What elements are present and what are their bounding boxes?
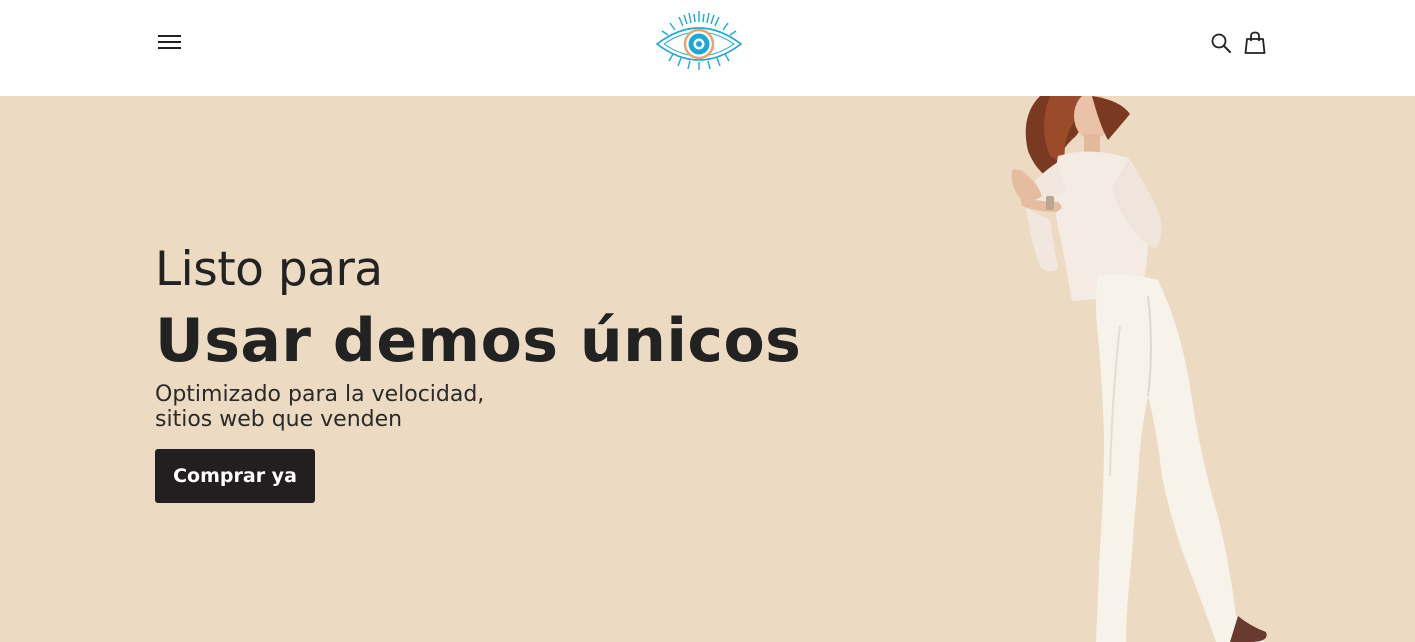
hamburger-menu-icon-bar (158, 41, 181, 43)
search-icon[interactable] (1209, 31, 1233, 55)
shop-now-button[interactable]: Comprar ya (155, 449, 315, 503)
hero-banner: Listo para Usar demos únicos Optimizado … (0, 96, 1415, 642)
model-photo (1011, 96, 1267, 642)
evil-eye-logo[interactable] (653, 8, 745, 74)
hamburger-menu-icon (158, 35, 181, 37)
hero-subtitle-line-2: sitios web que venden (155, 407, 403, 432)
hamburger-menu-icon-bar (158, 47, 181, 49)
hero-kicker: Listo para (155, 242, 383, 297)
menu-button[interactable] (155, 28, 185, 56)
shopping-bag-icon[interactable] (1243, 30, 1267, 56)
hero-headline: Usar demos únicos (155, 306, 802, 376)
site-header (0, 0, 1415, 96)
hero-subtitle: Optimizado para la velocidad, sitios web… (155, 382, 484, 432)
hero-subtitle-line-1: Optimizado para la velocidad, (155, 382, 485, 407)
